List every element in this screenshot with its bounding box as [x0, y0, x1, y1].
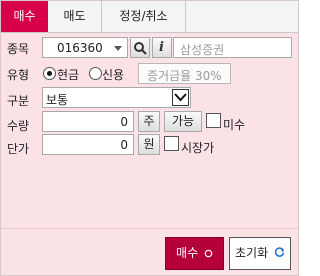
stock-name-field[interactable]: 삼성증권 — [173, 37, 292, 58]
quantity-input[interactable]: 0 — [42, 111, 134, 132]
quantity-unit-button[interactable]: 주 — [138, 111, 160, 132]
stock-name-placeholder: 삼성증권 — [180, 43, 225, 57]
chevron-down-icon — [174, 93, 187, 102]
tab-buy[interactable]: 매수 — [1, 1, 48, 32]
reset-button[interactable]: 초기화 — [229, 237, 291, 270]
reset-button-label: 초기화 — [235, 246, 269, 260]
quantity-value: 0 — [120, 115, 128, 129]
margin-rate-field: 증거금율 30% — [138, 63, 231, 84]
category-value: 보통 — [46, 93, 69, 107]
tab-sell[interactable]: 매도 — [48, 1, 101, 32]
quantity-available-button[interactable]: 가능 — [164, 111, 202, 132]
price-label: 단가 — [7, 142, 30, 156]
stock-label: 종목 — [7, 42, 30, 56]
buy-button[interactable]: 매수 — [165, 237, 224, 270]
buy-button-label: 매수 — [176, 246, 199, 260]
radio-cash[interactable] — [43, 67, 56, 80]
radio-cash-label[interactable]: 현금 — [57, 66, 79, 83]
stock-code-dropdown[interactable] — [110, 37, 128, 58]
stock-info-button[interactable]: i — [152, 37, 172, 58]
stock-code-value: 016360 — [57, 41, 103, 55]
chevron-down-icon — [114, 46, 122, 51]
category-dropdown-button[interactable] — [172, 89, 189, 106]
market-price-label: 시장가 — [181, 141, 215, 155]
category-select[interactable]: 보통 — [42, 87, 191, 108]
unsettled-checkbox[interactable] — [206, 113, 221, 128]
refresh-icon — [274, 247, 285, 257]
order-panel: 매수 매도 정정/취소 종목 016360 i 삼성증권 유형 현금 신용 증거… — [0, 0, 299, 276]
info-icon: i — [159, 40, 164, 55]
tab-modify-cancel[interactable]: 정정/취소 — [101, 1, 185, 32]
unsettled-label: 미수 — [223, 118, 246, 132]
price-unit-button[interactable]: 원 — [138, 134, 160, 155]
radio-credit-label[interactable]: 신용 — [102, 66, 124, 83]
margin-rate-value: 증거금율 30% — [147, 69, 222, 83]
type-label: 유형 — [7, 68, 30, 82]
category-label: 구분 — [7, 94, 30, 108]
stock-search-button[interactable] — [130, 37, 150, 58]
radio-credit[interactable] — [89, 67, 102, 80]
loading-icon — [204, 249, 213, 258]
order-tabs: 매수 매도 정정/취소 — [1, 1, 298, 33]
market-price-checkbox[interactable] — [164, 136, 179, 151]
price-input[interactable]: 0 — [42, 134, 134, 155]
quantity-label: 수량 — [7, 119, 30, 133]
price-value: 0 — [120, 138, 128, 152]
tab-empty-area — [185, 1, 298, 32]
search-icon — [134, 42, 147, 55]
divider — [1, 228, 298, 229]
